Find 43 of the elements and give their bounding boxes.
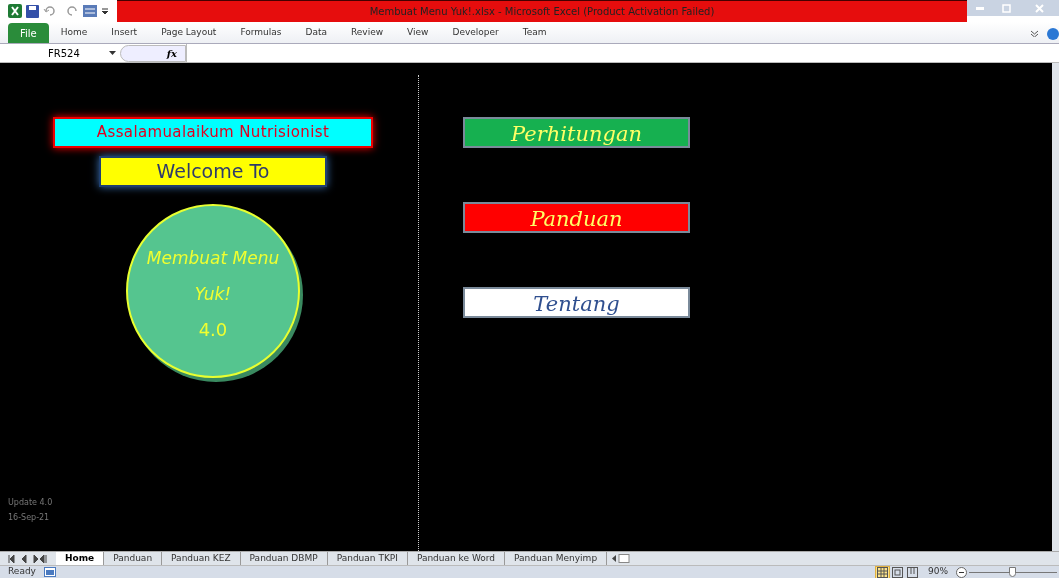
ribbon-tab[interactable]: Formulas (228, 23, 294, 43)
ribbon-tab[interactable]: Data (293, 23, 339, 43)
customize-toolbar-icon[interactable] (101, 5, 109, 17)
menu-button[interactable]: Panduan (463, 202, 690, 233)
zoom-level-text: 90% (927, 565, 949, 578)
ribbon-tab[interactable]: Insert (99, 23, 150, 43)
macro-record-icon[interactable] (43, 567, 56, 577)
ribbon-tab[interactable]: Developer (440, 23, 511, 43)
help-icon[interactable] (1047, 28, 1059, 40)
status-text: Ready (7, 565, 37, 578)
window-title: Membuat Menu Yuk!.xlsx - Microsoft Excel (Product Activation Failed) (369, 5, 715, 19)
insert-function-label[interactable]: fx (166, 45, 177, 61)
welcome-banner: Welcome To (99, 156, 327, 187)
file-tab[interactable]: File (8, 23, 49, 43)
collapse-ribbon-icon[interactable] (1030, 30, 1039, 37)
minimize-icon (976, 6, 984, 10)
title-line: Yuk! (194, 282, 232, 306)
greeting-banner: Assalamualaikum Nutrisionist (53, 117, 373, 148)
ribbon-tab[interactable]: Page Layout (149, 23, 229, 43)
menu-button[interactable]: Tentang (463, 287, 690, 318)
sheet-tab[interactable]: Home (56, 552, 105, 565)
ribbon-tab[interactable]: Team (510, 23, 559, 43)
view-button[interactable] (875, 565, 890, 578)
title-line: Membuat Menu (146, 246, 280, 270)
dropdown-caret-icon (109, 51, 116, 55)
close-icon (1034, 3, 1044, 13)
footer-note: Update 4.0 (8, 497, 53, 509)
zoom-out-icon[interactable] (956, 566, 967, 578)
zoom-slider-thumb[interactable] (1009, 566, 1016, 577)
ribbon-tab[interactable]: Home (48, 23, 100, 43)
view-button[interactable] (890, 565, 905, 578)
ribbon-tab[interactable]: View (395, 23, 441, 43)
horizontal-scrollbar-icon[interactable] (611, 554, 632, 563)
excel-logo-icon (8, 4, 22, 18)
name-box[interactable]: FR524 (0, 44, 120, 62)
ribbon-tab[interactable]: Review (339, 23, 396, 43)
sheet-navigation-icon[interactable] (8, 554, 48, 563)
vertical-scrollbar[interactable] (1052, 63, 1059, 551)
save-icon[interactable] (26, 4, 39, 18)
footer-note: 16-Sep-21 (8, 512, 51, 524)
version-label: 4.0 (198, 317, 228, 342)
view-button[interactable] (905, 565, 920, 578)
restore-icon (1001, 3, 1011, 13)
